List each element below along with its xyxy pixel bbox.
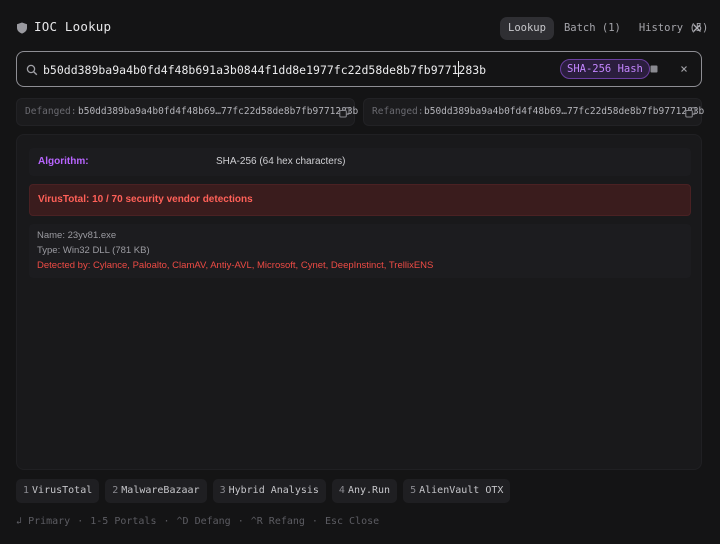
keyboard-hints: ↲ Primary · 1-5 Portals · ^D Defang · ^R Refan… [16, 516, 379, 527]
hint-close: Esc Close [324, 516, 380, 527]
results-panel: Algorithm: SHA-256 (64 hex characters) V… [16, 134, 702, 470]
portal-number: 5 [410, 485, 417, 496]
file-name: Name: 23yv81.exe [37, 230, 117, 241]
refanged-value: b50dd389ba9a4b0fd4f48b69…77fc22d58de8b7f… [424, 106, 705, 117]
portal-label: Hybrid Analysis [228, 485, 319, 496]
tab-batch[interactable]: Batch (1) [556, 17, 629, 40]
copy-defanged-icon[interactable] [339, 107, 350, 118]
algorithm-value: SHA-256 (64 hex characters) [216, 156, 346, 167]
search-bar: SHA-256 Hash [16, 51, 702, 87]
algorithm-label: Algorithm: [38, 156, 89, 167]
copy-refanged-icon[interactable] [685, 107, 696, 118]
close-icon[interactable] [689, 20, 705, 36]
portal-anyrun-button[interactable]: 4 Any.Run [331, 479, 398, 503]
shield-icon [16, 22, 28, 34]
file-details: Name: 23yv81.exe Type: Win32 DLL (781 KB… [29, 224, 691, 278]
hint-separator: · [311, 516, 318, 527]
hint-defang: ^D Defang [176, 516, 231, 527]
portal-label: AlienVault OTX [419, 485, 504, 496]
virustotal-detections: VirusTotal: 10 / 70 security vendor dete… [38, 194, 253, 205]
hint-separator: · [237, 516, 244, 527]
hint-refang: ^R Refang [250, 516, 305, 527]
app-title: IOC Lookup [34, 19, 112, 34]
hint-separator: · [163, 516, 170, 527]
portal-number: 1 [23, 485, 30, 496]
enter-key-icon: ↲ [16, 516, 23, 527]
refanged-bar: Refanged: b50dd389ba9a4b0fd4f48b69…77fc2… [363, 98, 705, 126]
portal-malwarebazaar-button[interactable]: 2 MalwareBazaar [105, 479, 207, 503]
search-icon [26, 64, 38, 76]
portal-label: Any.Run [347, 485, 391, 496]
portal-alienvault-button[interactable]: 5 AlienVault OTX [403, 479, 511, 503]
hint-separator: · [77, 516, 84, 527]
portal-number: 4 [338, 485, 345, 496]
algorithm-row: Algorithm: SHA-256 (64 hex characters) [29, 148, 691, 176]
tab-lookup[interactable]: Lookup [500, 17, 554, 40]
portal-buttons: 1 VirusTotal 2 MalwareBazaar 3 Hybrid Analy… [16, 479, 511, 503]
detected-by: Detected by: Cylance, Paloalto, ClamAV, … [37, 260, 434, 271]
portal-number: 2 [112, 485, 119, 496]
stop-icon[interactable] [647, 62, 661, 76]
portal-label: VirusTotal [32, 485, 93, 496]
defanged-bar: Defanged: b50dd389ba9a4b0fd4f48b69…77fc2… [16, 98, 359, 126]
defanged-value: b50dd389ba9a4b0fd4f48b69…77fc22d58de8b7f… [78, 106, 359, 117]
hint-portals: 1-5 Portals [90, 516, 157, 527]
ioc-type-badge: SHA-256 Hash [560, 59, 650, 79]
ioc-search-input[interactable] [43, 60, 553, 79]
tab-bar: Lookup Batch (1) History (5) [500, 17, 716, 40]
hint-primary: Primary [28, 516, 71, 527]
file-type: Type: Win32 DLL (781 KB) [37, 245, 150, 256]
refanged-label: Refanged: [372, 106, 424, 117]
header: IOC Lookup Lookup Batch (1) History (5) [0, 0, 720, 56]
portal-virustotal-button[interactable]: 1 VirusTotal [16, 479, 100, 503]
portal-number: 3 [219, 485, 226, 496]
portal-label: MalwareBazaar [121, 485, 200, 496]
text-caret [458, 61, 459, 77]
virustotal-alert: VirusTotal: 10 / 70 security vendor dete… [29, 184, 691, 216]
defanged-label: Defanged: [25, 106, 77, 117]
clear-icon[interactable] [677, 62, 691, 76]
portal-hybrid-analysis-button[interactable]: 3 Hybrid Analysis [212, 479, 326, 503]
